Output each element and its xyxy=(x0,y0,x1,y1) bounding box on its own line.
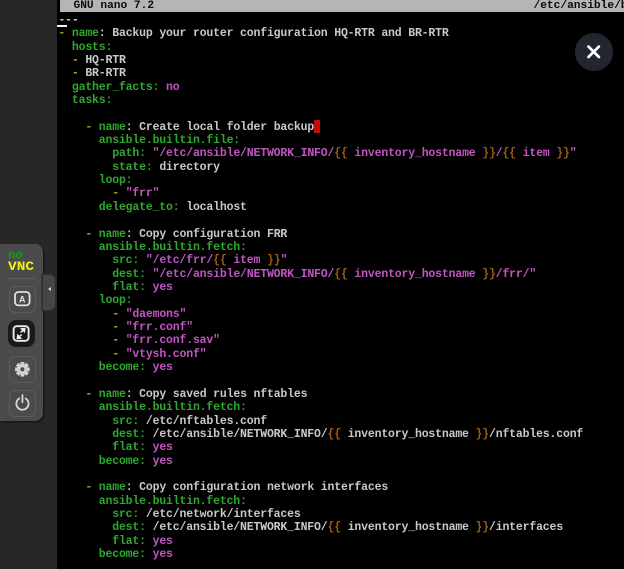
svg-text:A: A xyxy=(19,294,26,304)
